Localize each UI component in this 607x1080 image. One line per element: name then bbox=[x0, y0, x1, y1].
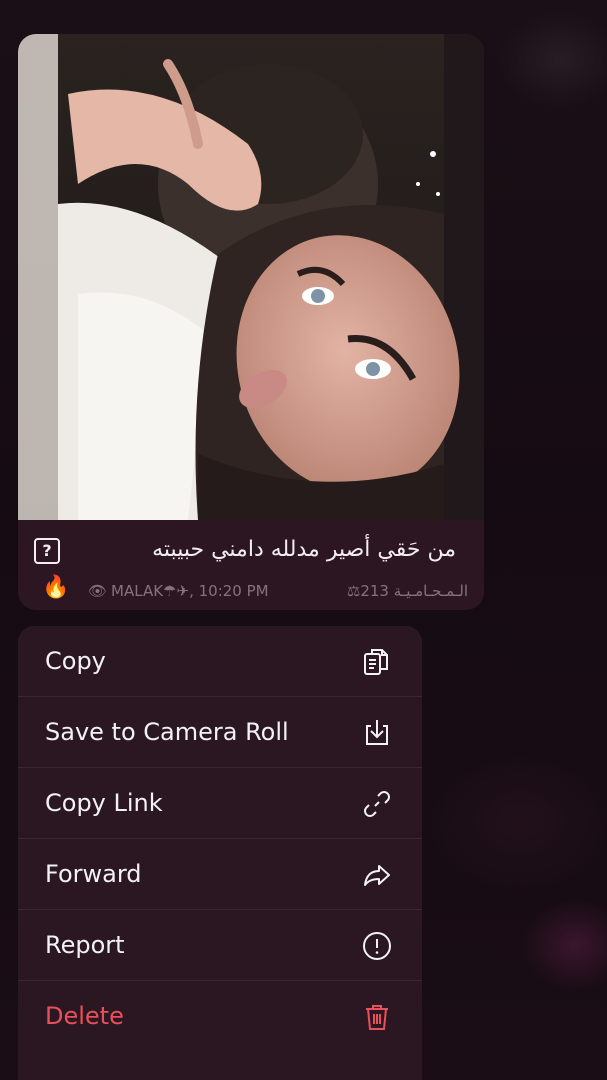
menu-item-label: Copy Link bbox=[45, 789, 163, 817]
menu-item-report[interactable]: Report bbox=[18, 910, 422, 981]
menu-item-save-to-camera-roll[interactable]: Save to Camera Roll bbox=[18, 697, 422, 768]
menu-item-label: Report bbox=[45, 931, 125, 959]
message-caption: من حَقي أصير مدلله دامني حبيبته bbox=[152, 537, 456, 562]
menu-item-forward[interactable]: Forward bbox=[18, 839, 422, 910]
message-bubble[interactable]: من حَقي أصير مدلله دامني حبيبته ? 🔥 👁 MAL… bbox=[18, 34, 484, 610]
menu-item-label: Forward bbox=[45, 860, 142, 888]
menu-item-label: Save to Camera Roll bbox=[45, 718, 289, 746]
chat-screen: من حَقي أصير مدلله دامني حبيبته ? 🔥 👁 MAL… bbox=[0, 0, 607, 1080]
menu-item-copy[interactable]: Copy bbox=[18, 626, 422, 697]
meta-sender-wrap: 👁 MALAK☂✈, 10:20 PM bbox=[88, 579, 269, 603]
link-icon bbox=[364, 791, 390, 817]
menu-item-label: Copy bbox=[45, 647, 106, 675]
message-meta: 👁 MALAK☂✈, 10:20 PM ⚖الـمـحـامـيـة 213 bbox=[88, 579, 468, 603]
save-download-icon bbox=[366, 720, 388, 745]
copy-icon bbox=[364, 649, 388, 675]
menu-item-label: Delete bbox=[45, 1002, 124, 1030]
meta-sender: MALAK☂✈, 10:20 PM bbox=[111, 582, 269, 600]
trash-icon bbox=[366, 1005, 388, 1030]
question-box-icon: ? bbox=[34, 538, 60, 564]
report-exclamation-icon bbox=[363, 932, 391, 960]
meta-channel: ⚖الـمـحـامـيـة 213 bbox=[346, 582, 468, 600]
reaction-emoji[interactable]: 🔥 bbox=[42, 575, 69, 601]
menu-item-delete[interactable]: Delete bbox=[18, 981, 422, 1052]
forward-arrow-icon bbox=[364, 865, 390, 886]
eye-icon: 👁 bbox=[88, 582, 108, 600]
context-menu: Copy Save to Camera Roll Copy Link Forwa… bbox=[18, 626, 422, 1080]
message-photo[interactable] bbox=[18, 34, 484, 520]
menu-item-copy-link[interactable]: Copy Link bbox=[18, 768, 422, 839]
